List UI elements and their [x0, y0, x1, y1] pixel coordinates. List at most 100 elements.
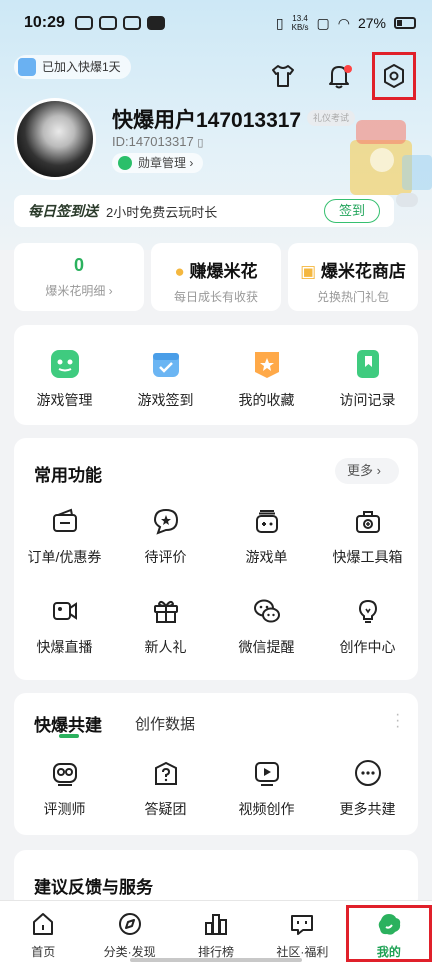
game-list-icon	[251, 505, 283, 537]
quick-game-manage-label: 游戏管理	[36, 392, 93, 408]
nav-discover-label: 分类·发现	[103, 945, 156, 959]
gesture-bar	[130, 958, 302, 962]
pending-review[interactable]: 待评价	[116, 505, 216, 567]
tab-co-build[interactable]: 快爆共建	[34, 711, 102, 736]
nav-discover[interactable]: 分类·发现	[86, 901, 172, 964]
wechat-reminder[interactable]: 微信提醒	[217, 595, 317, 657]
popcorn-shop-title: ▣ 爆米花商店	[288, 257, 418, 282]
toolbox[interactable]: 快爆工具箱	[318, 505, 418, 567]
earn-popcorn-desc: 每日成长有收获	[173, 290, 258, 304]
battery-icon	[394, 17, 416, 29]
quick-game-sign[interactable]: 游戏签到	[116, 348, 216, 410]
more-dots-icon	[352, 757, 384, 789]
copy-icon[interactable]: ▯	[197, 137, 203, 149]
nav-community-label: 社区·福利	[276, 945, 329, 959]
compass-icon	[117, 911, 143, 937]
quick-favorites-label: 我的收藏	[238, 392, 295, 408]
daily-sign-desc: 2小时免费云玩时长	[106, 204, 218, 220]
qa-team[interactable]: 答疑团	[116, 757, 216, 819]
tab-creation-data[interactable]: 创作数据	[135, 713, 195, 734]
outfit-button[interactable]	[266, 59, 300, 93]
popcorn-balance-card[interactable]: 0 爆米花明细 ›	[14, 243, 144, 311]
sim-icon: ▢	[316, 14, 330, 31]
profile-icon	[376, 911, 402, 937]
wallet-icon	[49, 505, 81, 537]
orders-coupons-label: 订单/优惠券	[27, 549, 102, 565]
settings-button[interactable]	[372, 52, 416, 100]
daily-sign-title: 每日签到送	[28, 203, 98, 219]
quick-game-sign-label: 游戏签到	[137, 392, 194, 408]
net-speed-unit: KB/s	[291, 23, 309, 32]
earn-popcorn-title: ● 赚爆米花	[151, 257, 281, 282]
status-time: 10:29	[24, 14, 65, 31]
live-stream[interactable]: 快爆直播	[15, 595, 115, 657]
bottom-nav: 首页 分类·发现 排行榜 社区·福利 我的	[0, 900, 432, 964]
pending-review-label: 待评价	[144, 549, 187, 565]
earn-popcorn-card[interactable]: ● 赚爆米花 每日成长有收获	[151, 243, 281, 311]
popcorn-shop-desc: 兑换热门礼包	[316, 290, 389, 304]
joined-days-label: 已加入快爆1天	[42, 60, 121, 74]
home-icon	[30, 911, 56, 937]
community-icon	[289, 911, 315, 937]
notification-dot	[344, 65, 352, 73]
battery-percent: 27%	[357, 15, 386, 31]
status-app-icon	[74, 16, 93, 30]
more-co-build[interactable]: 更多共建	[318, 757, 418, 819]
reviewer[interactable]: 评测师	[15, 757, 115, 819]
live-stream-label: 快爆直播	[36, 639, 93, 655]
wechat-reminder-label: 微信提醒	[238, 639, 295, 655]
quick-favorites[interactable]: 我的收藏	[217, 348, 317, 410]
daily-sign-bar[interactable]: 每日签到送 2小时免费云玩时长 签到	[14, 195, 394, 227]
common-more-button[interactable]: 更多 ›	[335, 458, 399, 484]
user-id-text: ID:147013317	[112, 134, 194, 149]
sign-in-button[interactable]: 签到	[323, 199, 380, 223]
quick-history[interactable]: 访问记录	[318, 348, 418, 410]
reviewer-icon	[49, 757, 81, 789]
newbie-gift[interactable]: 新人礼	[116, 595, 216, 657]
qa-icon	[150, 757, 182, 789]
game-list[interactable]: 游戏单	[217, 505, 317, 567]
nav-profile-label: 我的	[376, 945, 401, 959]
nav-community[interactable]: 社区·福利	[259, 901, 345, 964]
avatar[interactable]	[14, 98, 96, 180]
creation-center[interactable]: 创作中心	[318, 595, 418, 657]
popcorn-detail-text: 爆米花明细	[45, 284, 106, 298]
collapse-header-button[interactable]	[396, 193, 418, 207]
popcorn-shop-card[interactable]: ▣ 爆米花商店 兑换热门礼包	[288, 243, 418, 311]
ranking-icon	[203, 911, 229, 937]
nav-home[interactable]: 首页	[0, 901, 86, 964]
common-more-label: 更多	[347, 463, 374, 478]
nav-ranking[interactable]: 排行榜	[173, 901, 259, 964]
common-functions-title: 常用功能	[34, 466, 102, 485]
star-folder-icon	[251, 348, 283, 380]
popcorn-detail-label: 爆米花明细 ›	[45, 284, 113, 298]
toolbox-label: 快爆工具箱	[332, 549, 403, 565]
feedback-title[interactable]: 建议反馈与服务	[34, 873, 153, 898]
nav-profile[interactable]: 我的	[345, 901, 432, 964]
more-co-build-label: 更多共建	[339, 801, 396, 817]
calendar-heart-icon	[18, 58, 36, 76]
common-row-2: 快爆直播 新人礼 微信提醒 创作中心	[14, 595, 418, 657]
quick-game-manage[interactable]: 游戏管理	[15, 348, 115, 410]
popcorn-count: 0	[73, 255, 84, 275]
live-camera-icon	[49, 595, 81, 627]
wechat-icon	[251, 595, 283, 627]
medal-label: 勋章管理	[138, 156, 187, 170]
medal-icon	[118, 156, 132, 170]
joined-days-badge[interactable]: 已加入快爆1天	[14, 55, 131, 79]
notification-button[interactable]	[322, 59, 356, 93]
orders-coupons[interactable]: 订单/优惠券	[15, 505, 115, 567]
medal-manage-button[interactable]: 勋章管理 ›	[112, 153, 204, 173]
username[interactable]: 快爆用户147013317	[112, 104, 301, 134]
creation-center-label: 创作中心	[339, 639, 396, 655]
popcorn-cart-illustration	[350, 120, 432, 195]
vibrate-icon: ▯	[275, 14, 284, 31]
more-options-icon[interactable]: · · ·	[395, 707, 400, 735]
video-creation[interactable]: 视频创作	[217, 757, 317, 819]
gamepad-icon	[49, 348, 81, 380]
video-creation-label: 视频创作	[238, 801, 295, 817]
settings-hexagon-icon	[384, 64, 404, 88]
quick-history-label: 访问记录	[339, 392, 396, 408]
earn-popcorn-title-text: 赚爆米花	[189, 262, 258, 281]
lightbulb-icon	[352, 595, 384, 627]
